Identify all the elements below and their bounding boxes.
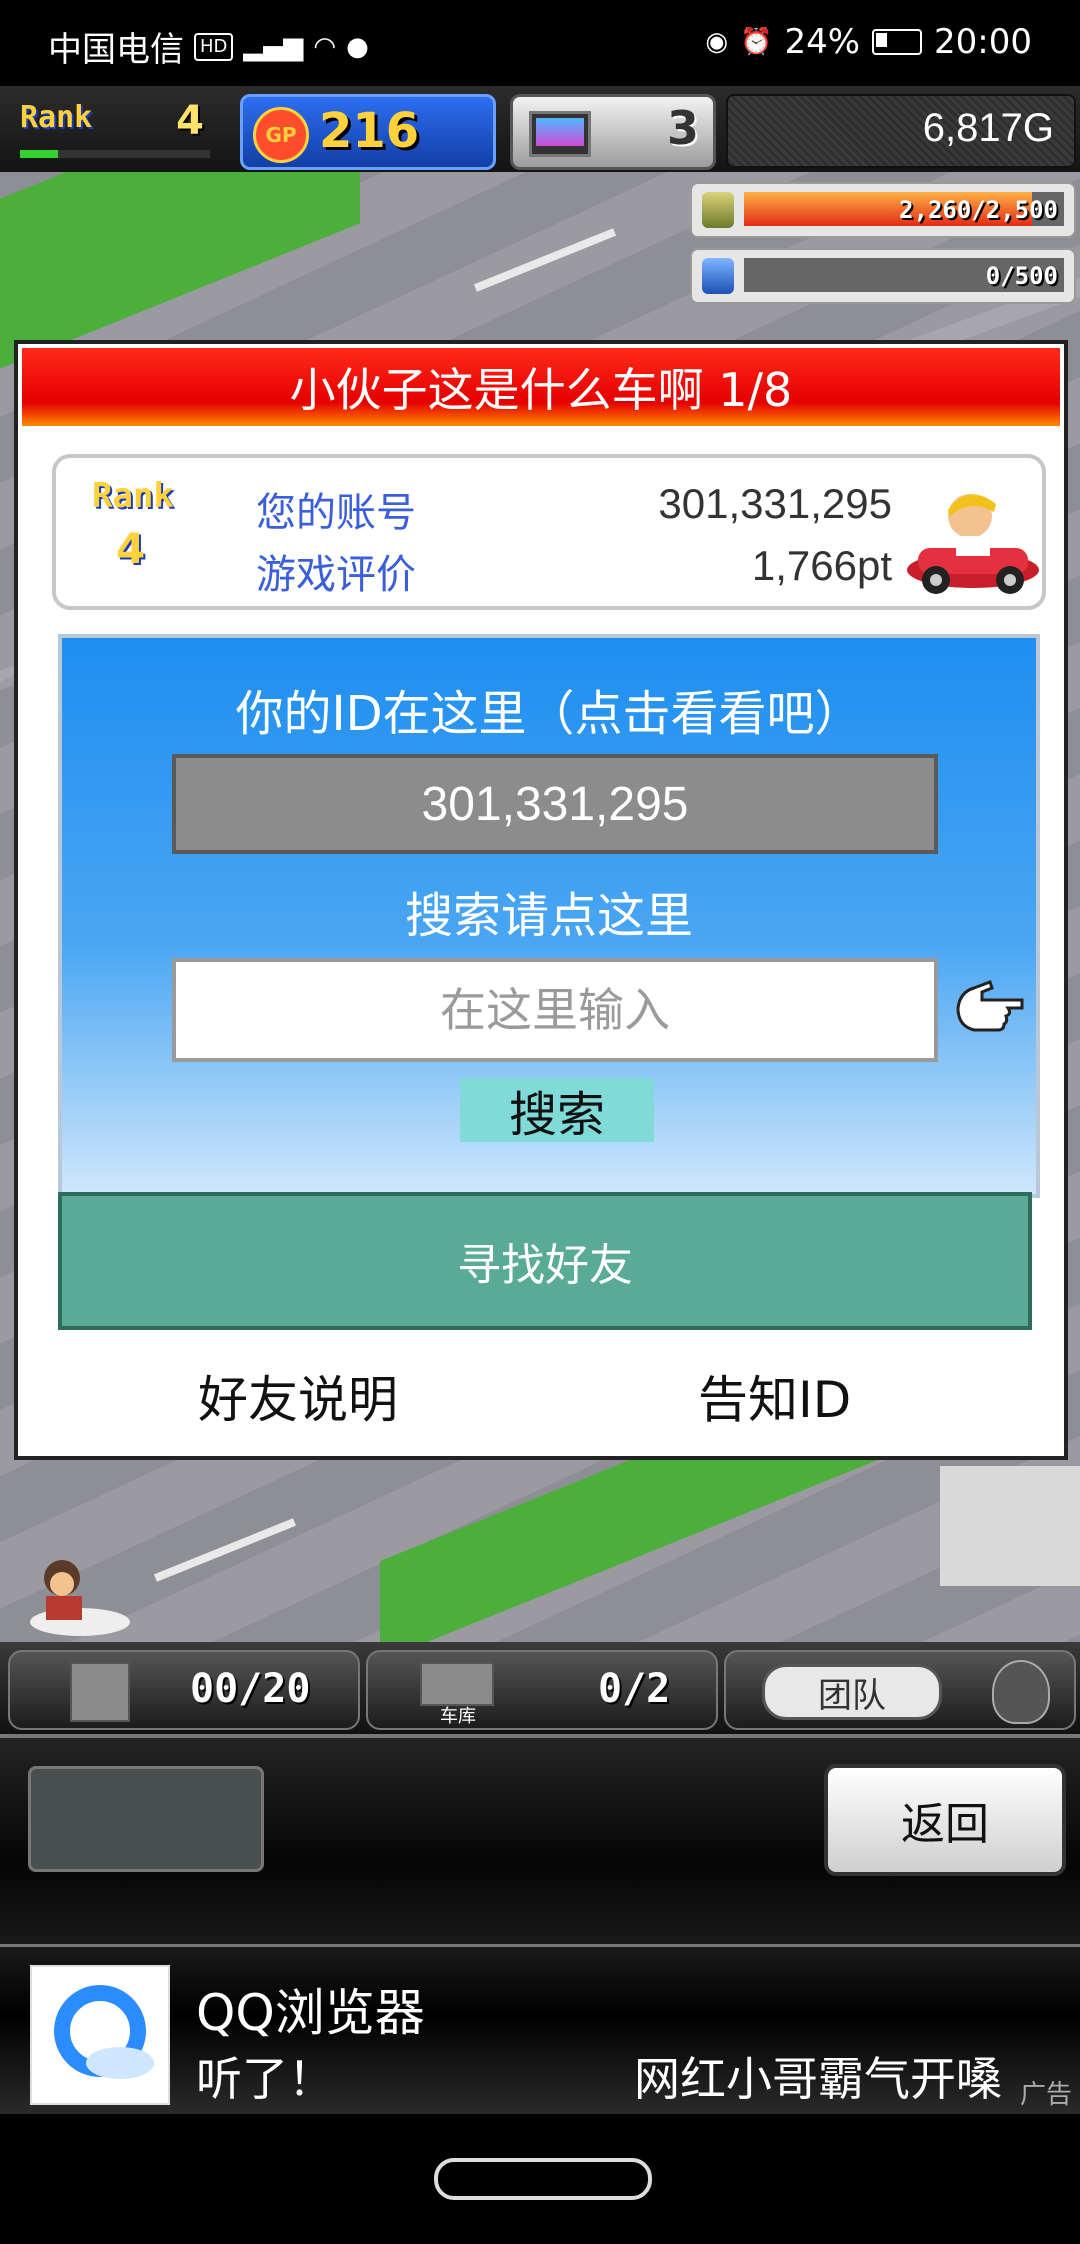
- carrier-label: 中国电信: [48, 30, 184, 70]
- parts-count: 00/20: [190, 1666, 311, 1712]
- account-rank-label: Rank: [92, 476, 174, 516]
- car-driver-icon: [907, 494, 1039, 594]
- fuel-meter: 2,260/2,500: [690, 182, 1076, 238]
- app-notification-icon: ●: [346, 31, 369, 62]
- rating-value: 1,766pt: [751, 542, 892, 589]
- hd-icon: HD: [194, 32, 234, 61]
- battery-icon: [872, 29, 923, 55]
- friend-id-search-input[interactable]: [172, 958, 938, 1062]
- eye-icon: ◉: [705, 27, 729, 57]
- wifi-icon: ◠: [313, 31, 337, 62]
- fuel-meter-label: 2,260/2,500: [899, 196, 1058, 224]
- team-member-avatar: [992, 1660, 1050, 1724]
- account-card: Rank 4 您的账号 301,331,295 游戏评价 1,766pt: [52, 454, 1046, 610]
- clock: 20:00: [934, 22, 1032, 62]
- ad-banner[interactable]: QQ浏览器 听了！ 网红小哥霸气开嗓 广告: [0, 1944, 1080, 2117]
- my-id-box[interactable]: 301,331,295: [172, 754, 938, 854]
- road-marking: [473, 228, 617, 292]
- bottle-icon: [702, 258, 734, 294]
- dialog-title: 小伙子这是什么车啊 1/8: [22, 348, 1060, 426]
- alarm-icon: ⏰: [740, 27, 773, 57]
- gp-value: 216: [319, 103, 420, 159]
- team-tab[interactable]: 团队: [724, 1650, 1076, 1730]
- back-button[interactable]: 返回: [824, 1764, 1066, 1876]
- account-label: 您的账号: [256, 490, 416, 536]
- computer-icon: [529, 111, 591, 157]
- ad-scroll-part-2: 网红小哥霸气开嗓: [634, 2052, 1002, 2106]
- account-value: 301,331,295: [658, 480, 892, 527]
- home-gesture-bar[interactable]: [434, 2158, 652, 2200]
- friend-help-link[interactable]: 好友说明: [198, 1360, 398, 1432]
- system-nav-bar: [0, 2114, 1080, 2244]
- garage-count: 0/2: [598, 1666, 671, 1712]
- find-friend-button[interactable]: 寻找好友: [58, 1192, 1032, 1330]
- ad-scroll-part-1: 听了！: [196, 2052, 334, 2106]
- signal-icon: ▂▄▆: [243, 31, 304, 62]
- pc-value: 3: [666, 101, 699, 155]
- id-panel-title: 你的ID在这里（点击看看吧）: [235, 686, 863, 742]
- rank-value: 4: [176, 98, 204, 144]
- rank-indicator[interactable]: Rank 4: [12, 96, 212, 162]
- rank-label: Rank: [20, 100, 93, 135]
- pointing-hand-icon: [956, 980, 1024, 1032]
- account-rank-value: 4: [116, 524, 146, 573]
- status-bar: 中国电信 HD ▂▄▆ ◠ ● ◉ ⏰ 24% 20:00: [0, 0, 1080, 86]
- notify-id-link[interactable]: 告知ID: [698, 1360, 851, 1432]
- team-label: 团队: [762, 1664, 942, 1720]
- id-panel: 你的ID在这里（点击看看吧） 301,331,295 搜索请点这里 搜索: [58, 634, 1040, 1198]
- ad-tag: 广告: [1019, 2080, 1072, 2110]
- crate-icon: [70, 1662, 130, 1722]
- rating-label: 游戏评价: [256, 552, 416, 598]
- dialog-links: 好友说明 告知ID: [18, 1344, 1064, 1444]
- money-value: 6,817G: [922, 106, 1054, 150]
- control-panel: 返回: [0, 1734, 1080, 1948]
- qq-browser-logo: [30, 1965, 170, 2105]
- friend-dialog: 小伙子这是什么车啊 1/8 Rank 4 您的账号 301,331,295 游戏…: [14, 340, 1068, 1460]
- ad-scroll-text: 听了！ 网红小哥霸气开嗓: [196, 2043, 1070, 2109]
- garage-tab[interactable]: 车库 0/2: [366, 1650, 718, 1730]
- search-button[interactable]: 搜索: [460, 1078, 654, 1142]
- blank-button[interactable]: [28, 1766, 264, 1872]
- rank-progress-bar: [20, 150, 210, 158]
- garage-label: 车库: [440, 1706, 476, 1727]
- search-prompt: 搜索请点这里: [404, 888, 693, 944]
- gp-counter[interactable]: GP 216: [240, 94, 496, 170]
- road-marking: [153, 1518, 297, 1582]
- character-sprite: [30, 1560, 130, 1636]
- parts-tab[interactable]: 00/20: [8, 1650, 360, 1730]
- bottom-status-bar: 00/20 车库 0/2 团队: [0, 1642, 1080, 1734]
- building-roof: [940, 1466, 1080, 1586]
- garage-car-icon: [420, 1662, 494, 1706]
- battery-percent: 24%: [784, 22, 861, 62]
- ad-title: QQ浏览器: [196, 1984, 425, 2042]
- research-meter-label: 0/500: [985, 262, 1058, 290]
- coin-stack-icon: [702, 192, 734, 228]
- research-meter: 0/500: [690, 248, 1076, 304]
- gp-coin-icon: GP: [253, 107, 309, 163]
- top-hud: Rank 4 GP 216 3 6,817G: [0, 86, 1080, 172]
- money-display: 6,817G: [726, 94, 1076, 168]
- pc-counter[interactable]: 3: [510, 94, 716, 170]
